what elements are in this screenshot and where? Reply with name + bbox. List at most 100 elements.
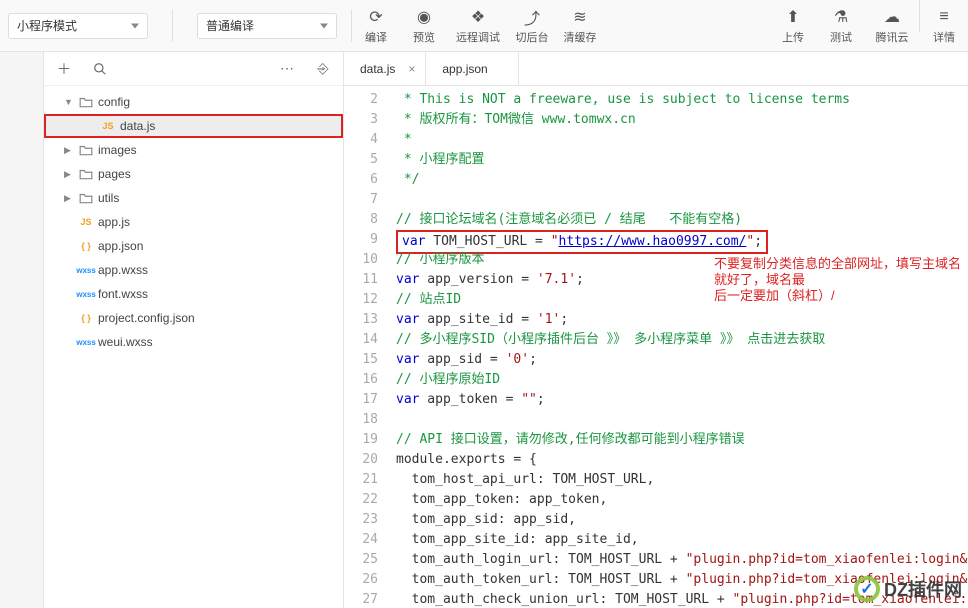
eye-icon: ◉ [414,7,434,27]
tree-item-config[interactable]: ▼config [44,90,343,114]
test-label: 测试 [830,29,852,45]
upload-label: 上传 [782,29,804,45]
line-number: 25 [344,550,378,570]
tree-item-app-wxss[interactable]: wxss app.wxss [44,258,343,282]
js-icon: JS [100,119,116,133]
collapse-button[interactable]: ⎆ [311,57,335,81]
code-line: */ [396,170,968,190]
line-number: 10 [344,250,378,270]
code-editor: data.js×app.json 23456789101112131415161… [344,52,968,608]
tab-app-json[interactable]: app.json [426,52,518,85]
line-number: 17 [344,390,378,410]
wxss-icon: wxss [78,335,94,349]
tree-item-images[interactable]: ▶images [44,138,343,162]
line-gutter: 2345678910111213141516171819202122232425… [344,86,388,608]
stack-icon: ≋ [570,7,590,27]
compile-selector[interactable]: 普通编译 [197,13,337,39]
close-icon[interactable]: × [408,62,415,76]
cloud-icon: ☁ [882,7,902,27]
main-area: ＋ ⋯ ⎆ ▼configJSdata.js▶images▶pages▶util… [0,52,968,608]
code-line: * This is NOT a freeware, use is subject… [396,90,968,110]
code-line: * 小程序配置 [396,150,968,170]
test-button[interactable]: ⚗ 测试 [817,0,865,52]
annotation-line1: 不要复制分类信息的全部网址，填写主域名就好了，域名最 [714,256,964,288]
more-button[interactable]: ⋯ [275,57,299,81]
code-line: var TOM_HOST_URL = "https://www.hao0997.… [396,230,968,250]
code-line: // 小程序原始ID [396,370,968,390]
tree-item-pages[interactable]: ▶pages [44,162,343,186]
tree-item-font-wxss[interactable]: wxssfont.wxss [44,282,343,306]
mode-selector[interactable]: 小程序模式 [8,13,148,39]
tree-item-data-js[interactable]: JS data.js [44,114,343,138]
line-number: 15 [344,350,378,370]
line-number: 18 [344,410,378,430]
folder-icon [78,143,94,157]
folder-icon [78,191,94,205]
tab-data-js[interactable]: data.js× [344,52,426,85]
tree-item-weui-wxss[interactable]: wxssweui.wxss [44,330,343,354]
line-number: 21 [344,470,378,490]
upload-button[interactable]: ⬆ 上传 [769,0,817,52]
file-name-label: app.js [98,215,130,229]
folder-icon [78,95,94,109]
tencent-cloud-button[interactable]: ☁ 腾讯云 [865,0,919,52]
file-tree[interactable]: ▼configJSdata.js▶images▶pages▶utilsJSapp… [44,86,343,608]
code-line: tom_auth_login_url: TOM_HOST_URL + "plug… [396,550,968,570]
wxss-icon: wxss [78,263,94,277]
background-label: 切后台 [516,29,549,45]
details-label: 详情 [933,29,955,45]
tree-item-project-config-json[interactable]: { }project.config.json [44,306,343,330]
line-number: 24 [344,530,378,550]
line-number: 7 [344,190,378,210]
line-number: 6 [344,170,378,190]
background-button[interactable]: ⤴ 切后台 [508,0,556,52]
wxss-icon: wxss [78,287,94,301]
file-name-label: app.json [98,239,143,253]
search-button[interactable] [88,57,112,81]
expand-arrow-icon: ▶ [64,193,74,204]
code-content[interactable]: * This is NOT a freeware, use is subject… [388,86,968,608]
menu-icon: ≡ [934,7,954,27]
code-line: // API 接口设置，请勿修改,任何修改都可能到小程序错误 [396,430,968,450]
remote-debug-label: 远程调试 [456,29,500,45]
code-area[interactable]: 2345678910111213141516171819202122232425… [344,86,968,608]
line-number: 20 [344,450,378,470]
line-number: 23 [344,510,378,530]
editor-tabs: data.js×app.json [344,52,968,86]
watermark: ✓ DZ插件网 [854,576,962,602]
file-name-label: images [98,143,137,157]
upload-icon: ⬆ [783,7,803,27]
remote-debug-button[interactable]: ❖ 远程调试 [448,0,508,52]
watermark-text: DZ插件网 [884,576,962,602]
line-number: 3 [344,110,378,130]
compile-label: 编译 [365,29,387,45]
tree-item-app-js[interactable]: JS app.js [44,210,343,234]
code-line: var app_token = ""; [396,390,968,410]
bug-icon: ❖ [468,7,488,27]
top-toolbar: 小程序模式 普通编译 ⟳ 编译 ◉ 预览 ❖ 远程调试 ⤴ 切后台 ≋ 清缓存 … [0,0,968,52]
details-button[interactable]: ≡ 详情 [920,0,968,52]
new-file-button[interactable]: ＋ [52,57,76,81]
activity-bar [0,52,44,608]
clear-cache-button[interactable]: ≋ 清缓存 [556,0,604,52]
code-line: // 接口论坛域名(注意域名必须已 / 结尾 不能有空格) [396,210,968,230]
code-line: tom_app_sid: app_sid, [396,510,968,530]
line-number: 22 [344,490,378,510]
js-icon: JS [78,215,94,229]
code-line: * 版权所有：TOM微信 www.tomwx.cn [396,110,968,130]
line-number: 14 [344,330,378,350]
annotation-line2: 后一定要加（斜杠）/ [714,288,964,304]
code-line: * [396,130,968,150]
tree-item-app-json[interactable]: { }app.json [44,234,343,258]
preview-button[interactable]: ◉ 预览 [400,0,448,52]
explorer-header: ＋ ⋯ ⎆ [44,52,343,86]
tree-item-utils[interactable]: ▶utils [44,186,343,210]
file-name-label: data.js [120,119,155,133]
line-number: 27 [344,590,378,608]
code-line: var app_sid = '0'; [396,350,968,370]
file-name-label: app.wxss [98,263,148,277]
search-icon [93,62,107,76]
file-name-label: config [98,95,130,109]
compile-button[interactable]: ⟳ 编译 [352,0,400,52]
compile-mode-label: 普通编译 [206,17,254,34]
